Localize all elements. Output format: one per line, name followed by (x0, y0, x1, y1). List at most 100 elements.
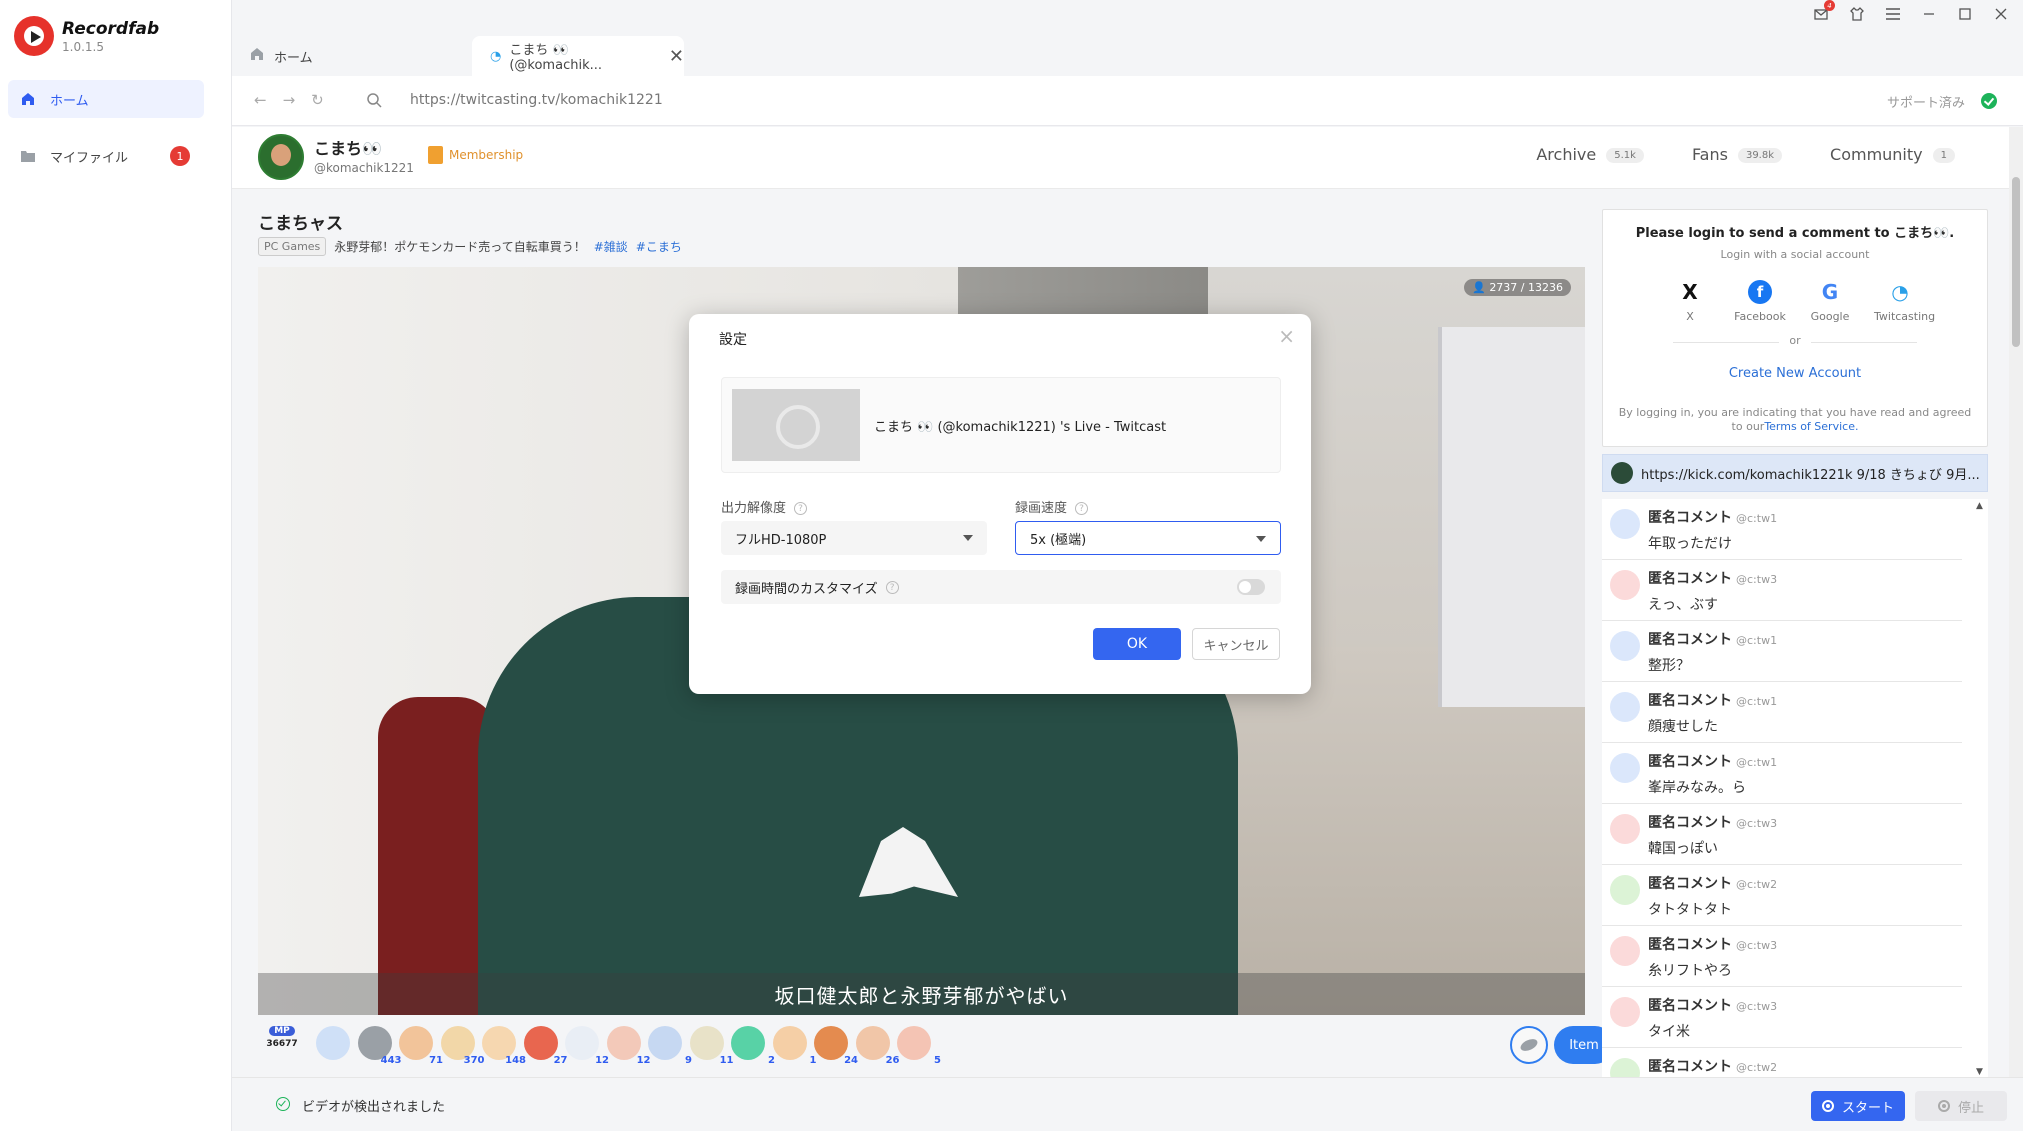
help-icon[interactable]: ? (794, 502, 808, 515)
close-window-icon[interactable] (1993, 6, 2009, 22)
gift-item[interactable]: 9 (648, 1026, 692, 1066)
tab-archive[interactable]: Archive 5.1k (1536, 145, 1644, 164)
create-account-link[interactable]: Create New Account (1603, 366, 1987, 381)
tab-fans[interactable]: Fans 39.8k (1692, 145, 1783, 164)
pinned-comment[interactable]: https://kick.com/komachik1221k 9/18 きちょび… (1602, 454, 1988, 492)
check-circle-icon (276, 1097, 290, 1111)
tab-community[interactable]: Community 1 (1830, 145, 1955, 164)
live-info-card: こまち 👀 (@komachik1221) 's Live - Twitcast (721, 377, 1281, 473)
login-google-button[interactable]: G Google (1804, 280, 1856, 323)
gift-item[interactable]: 26 (855, 1026, 900, 1066)
comment-scrollbar[interactable]: ▲ ▼ (1974, 499, 1988, 1079)
close-tab-icon[interactable]: ✕ (669, 46, 684, 67)
category-tag[interactable]: PC Games (258, 237, 327, 256)
gift-item[interactable]: 370 (440, 1026, 485, 1066)
files-count-badge: 1 (170, 146, 190, 166)
minimize-icon[interactable] (1921, 6, 1937, 22)
gift-icon (814, 1026, 848, 1060)
address-bar: ← → ↻ https://twitcasting.tv/komachik122… (232, 76, 2023, 126)
gift-icon (772, 1026, 807, 1060)
comment-row: 匿名コメント @c:tw1 整形？ (1602, 621, 1962, 682)
page-scrollbar[interactable] (2009, 127, 2023, 1077)
crown-icon (428, 146, 443, 164)
reload-icon[interactable]: ↻ (311, 91, 324, 109)
gift-item[interactable]: 11 (689, 1026, 734, 1066)
comment-author-id: @c:tw1 (1736, 695, 1778, 708)
settings-dialog: 設定 × こまち 👀 (@komachik1221) 's Live - Twi… (689, 314, 1311, 694)
or-label: or (1779, 334, 1811, 347)
smiley-avatar-icon (1610, 509, 1640, 539)
login-title: Please login to send a comment to こまち👀. (1635, 226, 1955, 241)
sidebar-item-home[interactable]: ホーム (8, 80, 204, 118)
ok-button[interactable]: OK (1093, 628, 1181, 660)
comment-text: タトタトタト (1648, 902, 1732, 918)
comment-author-id: @c:tw3 (1736, 817, 1778, 830)
close-icon[interactable]: × (1278, 324, 1295, 348)
comment-author: 匿名コメント @c:tw1 (1648, 632, 1778, 648)
gift-item[interactable]: 24 (814, 1026, 858, 1066)
legal-text: By logging in, you are indicating that y… (1618, 406, 1972, 433)
tab-label: ホーム (274, 50, 313, 66)
gift-item[interactable]: 2 (731, 1026, 775, 1066)
item-coin-icon[interactable] (1510, 1026, 1548, 1064)
resolution-select[interactable]: フルHD-1080P (721, 521, 987, 555)
status-bar: ビデオが検出されました スタート 停止 (232, 1077, 2023, 1131)
mp-points: MP 36677 (264, 1026, 300, 1066)
tab-twitcasting[interactable]: ◔ こまち 👀 (@komachik... ✕ (472, 36, 684, 76)
gift-item[interactable]: 5 (897, 1026, 941, 1066)
gift-item[interactable]: 443 (357, 1026, 402, 1066)
cancel-button[interactable]: キャンセル (1192, 628, 1280, 660)
gift-icon (606, 1026, 641, 1060)
x-icon: X (1682, 280, 1698, 304)
membership-link[interactable]: Membership (428, 146, 523, 164)
comment-row: 匿名コメント @c:tw1 年取っただけ (1602, 499, 1962, 560)
gift-item[interactable]: 71 (399, 1026, 443, 1066)
smiley-avatar-icon (1610, 631, 1640, 661)
speed-select[interactable]: 5x (極端) (1015, 521, 1281, 555)
comment-row: 匿名コメント @c:tw1 顔痩せした (1602, 682, 1962, 743)
notification-badge: 4 (1824, 0, 1835, 11)
gift-icon (399, 1026, 433, 1060)
help-icon[interactable]: ? (885, 580, 899, 594)
start-button[interactable]: スタート (1811, 1091, 1905, 1121)
stream-title: こまちャス (258, 214, 343, 234)
forward-icon[interactable]: → (283, 91, 296, 109)
login-x-button[interactable]: X X (1664, 280, 1716, 323)
twitcasting-icon: ◔ (490, 48, 502, 64)
gift-item[interactable]: 27 (523, 1026, 568, 1066)
notification-icon[interactable]: 4 (1813, 0, 1835, 22)
gift-icon (897, 1026, 931, 1060)
login-facebook-button[interactable]: f Facebook (1734, 280, 1786, 323)
custom-time-label: 録画時間のカスタマイズ (735, 581, 878, 597)
video-thumbnail (732, 389, 860, 461)
maximize-icon[interactable] (1957, 6, 1973, 22)
status-message: ビデオが検出されました (302, 1100, 446, 1115)
smiley-avatar-icon (1610, 936, 1640, 966)
gift-icon (316, 1026, 350, 1060)
comment-text: 韓国っぽい (1648, 841, 1718, 857)
menu-icon[interactable] (1885, 6, 1901, 22)
gift-count: 5 (934, 1055, 941, 1066)
custom-time-toggle[interactable] (1237, 579, 1265, 595)
gift-item[interactable]: 148 (482, 1026, 526, 1066)
stop-button[interactable]: 停止 (1915, 1091, 2007, 1121)
smiley-avatar-icon (1610, 570, 1640, 600)
url-input[interactable]: https://twitcasting.tv/komachik1221 (410, 92, 663, 108)
gift-item[interactable] (316, 1026, 356, 1066)
login-box: Please login to send a comment to こまち👀. … (1602, 209, 1988, 447)
gift-item[interactable]: 12 (606, 1026, 651, 1066)
shirt-icon[interactable] (1849, 6, 1865, 22)
tab-home[interactable]: ホーム (232, 36, 460, 76)
gift-item[interactable]: 1 (772, 1026, 817, 1066)
stream-meta: PC Games 永野芽郁！ポケモンカード売って自転車買う！ #雑談 #こまち (258, 237, 682, 256)
hashtag-link[interactable]: #雑談 (594, 238, 628, 255)
profile-name[interactable]: こまち👀 (314, 135, 382, 159)
sidebar-item-myfiles[interactable]: マイファイル 1 (8, 137, 204, 175)
terms-link[interactable]: Terms of Service. (1764, 420, 1858, 433)
login-twitcasting-button[interactable]: ◔ Twitcasting (1874, 280, 1935, 323)
help-icon[interactable]: ? (1075, 502, 1089, 515)
hashtag-link[interactable]: #こまち (636, 238, 682, 255)
back-icon[interactable]: ← (254, 91, 267, 109)
avatar[interactable] (258, 134, 304, 180)
gift-item[interactable]: 12 (565, 1026, 609, 1066)
